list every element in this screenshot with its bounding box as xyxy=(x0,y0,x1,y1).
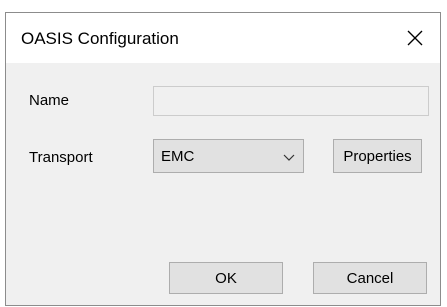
chevron-down-icon xyxy=(283,150,295,168)
name-label: Name xyxy=(29,92,70,109)
properties-button[interactable]: Properties xyxy=(333,139,422,173)
dialog-title: OASIS Configuration xyxy=(21,29,179,48)
oasis-configuration-dialog: OASIS Configuration Name Transport EMC P… xyxy=(5,12,441,306)
transport-selected-value: EMC xyxy=(161,148,195,165)
ok-button[interactable]: OK xyxy=(169,262,283,294)
transport-select[interactable]: EMC xyxy=(153,139,304,173)
background-strip xyxy=(0,0,447,12)
transport-label: Transport xyxy=(29,149,93,166)
close-button[interactable] xyxy=(396,19,434,57)
close-icon xyxy=(407,30,423,46)
cancel-button[interactable]: Cancel xyxy=(313,262,427,294)
title-bar[interactable]: OASIS Configuration xyxy=(6,13,440,63)
name-input[interactable] xyxy=(153,86,429,116)
